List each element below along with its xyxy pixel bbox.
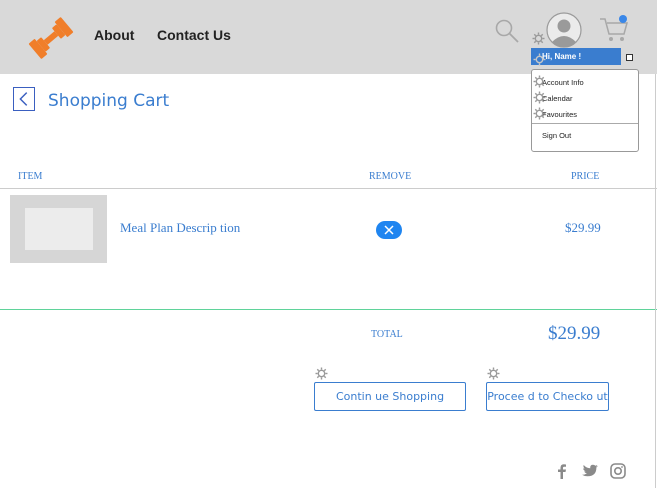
total-label: TOTAL: [371, 329, 403, 340]
gear-icon: [487, 367, 500, 380]
column-header-price: PRICE: [571, 171, 600, 182]
product-thumbnail: [10, 195, 107, 263]
total-divider: [0, 309, 657, 310]
twitter-icon[interactable]: [581, 462, 599, 480]
facebook-icon[interactable]: [553, 462, 571, 480]
frame-edge: [655, 74, 656, 488]
page-title: Shopping Cart: [48, 91, 170, 111]
menu-item-account-info[interactable]: Account Info: [542, 78, 584, 87]
nav-contact-link[interactable]: Contact Us: [157, 27, 231, 43]
column-header-remove: REMOVE: [369, 171, 412, 182]
menu-item-favourites[interactable]: Favourites: [542, 110, 577, 119]
menu-toggle-checkbox[interactable]: [626, 54, 633, 61]
cart-badge: [619, 15, 627, 23]
gear-icon: [315, 367, 328, 380]
total-value: $29.99: [548, 323, 601, 344]
item-price: $29.99: [565, 220, 601, 235]
proceed-to-checkout-button[interactable]: Procee d to Checko ut: [486, 382, 609, 411]
gear-icon: [533, 107, 546, 120]
dumbbell-logo-icon[interactable]: [24, 12, 78, 64]
image-placeholder: [25, 208, 93, 250]
user-dropdown-menu: Account Info Calendar Favourites Sign Ou…: [531, 69, 639, 152]
remove-item-button[interactable]: [376, 221, 402, 239]
menu-item-calendar[interactable]: Calendar: [542, 94, 572, 103]
table-header-divider: [0, 188, 657, 189]
gear-icon: [533, 91, 546, 104]
user-avatar-icon[interactable]: [546, 12, 582, 48]
item-description-link[interactable]: Meal Plan Descrip tion: [120, 220, 240, 236]
menu-divider: [532, 123, 638, 124]
nav-about-link[interactable]: About: [94, 27, 134, 43]
gear-icon: [533, 53, 546, 66]
gear-icon: [533, 75, 546, 88]
search-icon[interactable]: [494, 18, 520, 44]
back-chevron-icon[interactable]: [13, 87, 35, 111]
gear-icon: [532, 32, 545, 45]
menu-item-sign-out[interactable]: Sign Out: [542, 131, 571, 140]
continue-shopping-button[interactable]: Contin ue Shopping: [314, 382, 466, 411]
instagram-icon[interactable]: [609, 462, 627, 480]
column-header-item: ITEM: [18, 171, 43, 182]
